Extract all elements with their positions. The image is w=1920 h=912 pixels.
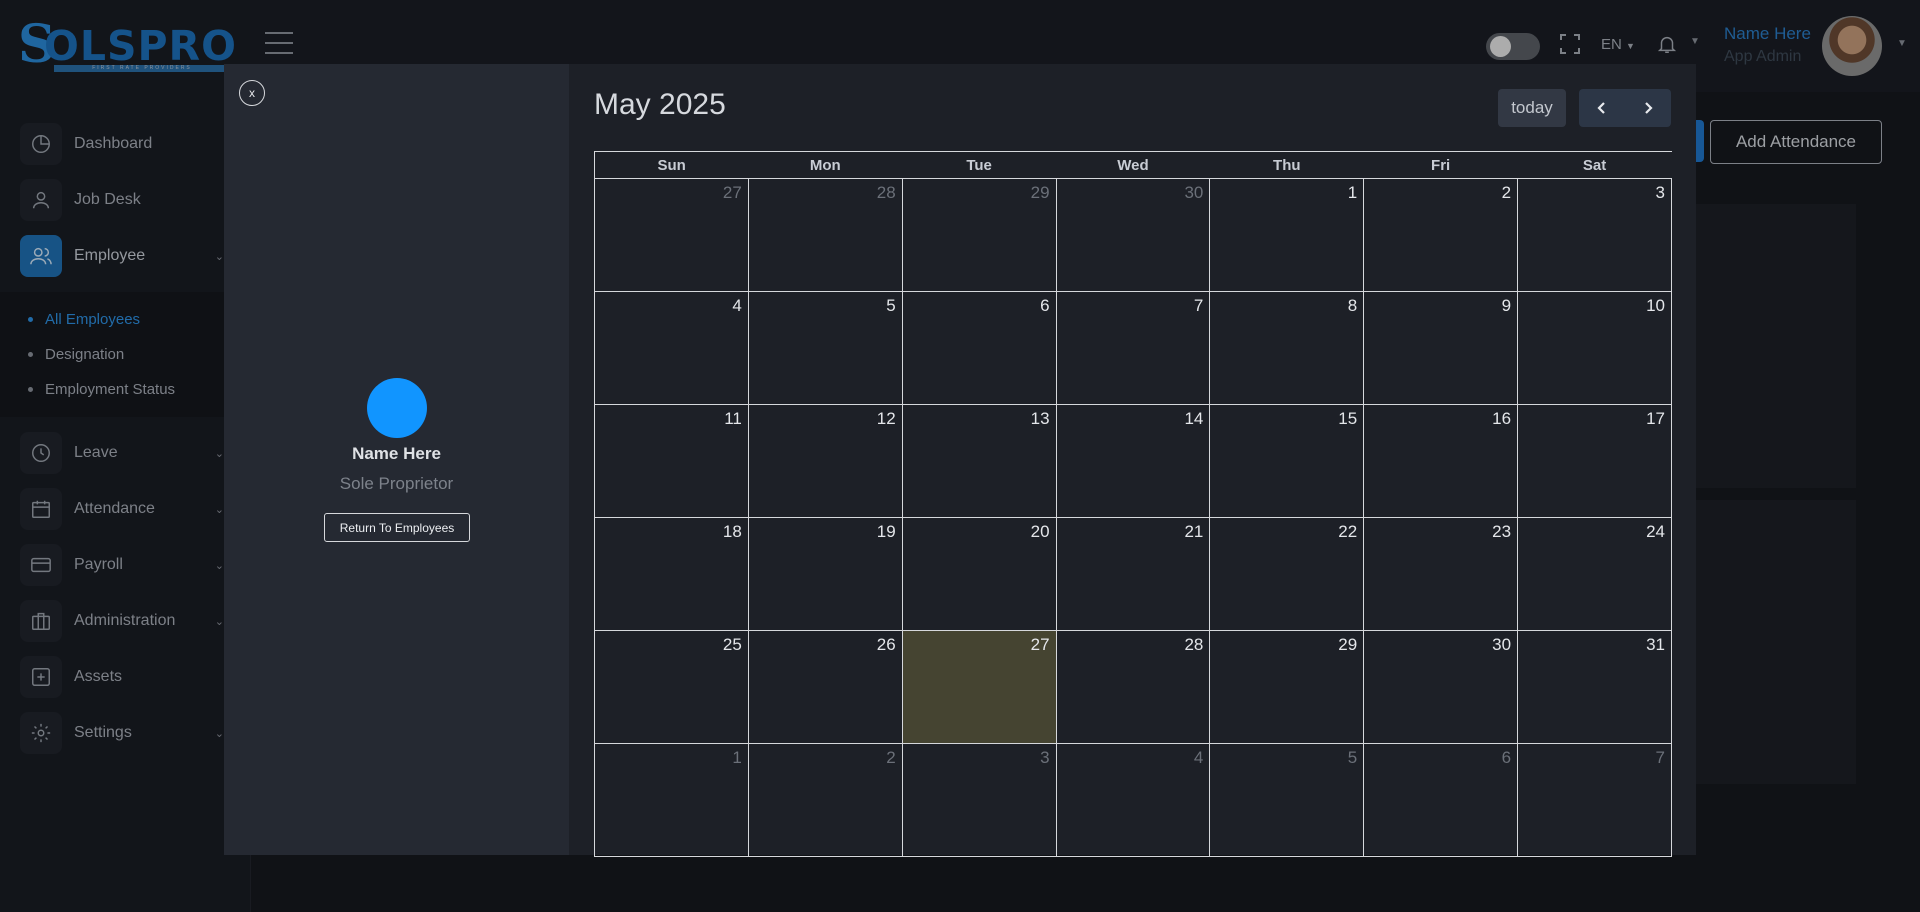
calendar-day[interactable]: 12 (747, 404, 903, 518)
calendar-day[interactable]: 19 (747, 517, 903, 631)
month-calendar: Sun Mon Tue Wed Thu Fri Sat 27 28 29 30 … (594, 151, 1672, 857)
calendar-day[interactable]: 9 (1363, 291, 1519, 405)
calendar-day[interactable]: 5 (1209, 743, 1365, 857)
calendar-day[interactable]: 6 (1363, 743, 1519, 857)
chevron-right-icon (1645, 102, 1653, 114)
profile-avatar (367, 378, 427, 438)
weekday-header: Fri (1363, 151, 1518, 179)
calendar-day[interactable]: 3 (1517, 178, 1672, 292)
calendar-day[interactable]: 16 (1363, 404, 1519, 518)
calendar-day[interactable]: 29 (1209, 630, 1365, 744)
calendar-day[interactable]: 22 (1209, 517, 1365, 631)
calendar-week-row: 4 5 6 7 8 9 10 (594, 291, 1672, 405)
prev-month-button[interactable] (1579, 89, 1625, 127)
calendar-week-row: 18 19 20 21 22 23 24 (594, 517, 1672, 631)
calendar-day[interactable]: 30 (1363, 630, 1519, 744)
calendar-day[interactable]: 29 (901, 178, 1057, 292)
weekday-header: Sun (594, 151, 749, 179)
next-month-button[interactable] (1625, 89, 1671, 127)
calendar-title: May 2025 (594, 88, 726, 121)
calendar-day[interactable]: 11 (594, 404, 749, 518)
weekday-header: Sat (1517, 151, 1672, 179)
calendar-day[interactable]: 23 (1363, 517, 1519, 631)
calendar-day[interactable]: 14 (1055, 404, 1211, 518)
attendance-calendar-modal: x Name Here Sole Proprietor Return To Em… (224, 64, 1696, 857)
calendar-day[interactable]: 24 (1517, 517, 1672, 631)
weekday-header: Tue (902, 151, 1057, 179)
calendar-day[interactable]: 2 (1363, 178, 1519, 292)
calendar-day[interactable]: 13 (901, 404, 1057, 518)
calendar-day[interactable]: 15 (1209, 404, 1365, 518)
calendar-day[interactable]: 4 (1055, 743, 1211, 857)
calendar-day[interactable]: 28 (747, 178, 903, 292)
calendar-day[interactable]: 6 (901, 291, 1057, 405)
chevron-left-icon (1597, 102, 1605, 114)
calendar-day[interactable]: 8 (1209, 291, 1365, 405)
calendar-day[interactable]: 21 (1055, 517, 1211, 631)
calendar-day[interactable]: 31 (1517, 630, 1672, 744)
calendar-week-row: 25 26 27 28 29 30 31 (594, 630, 1672, 744)
calendar-day-today[interactable]: 27 (901, 630, 1057, 744)
calendar-day[interactable]: 25 (594, 630, 749, 744)
calendar-nav-group (1579, 89, 1671, 127)
weekday-header: Wed (1056, 151, 1210, 179)
today-button[interactable]: today (1498, 89, 1566, 127)
calendar-day[interactable]: 10 (1517, 291, 1672, 405)
calendar-week-row: 1 2 3 4 5 6 7 (594, 743, 1672, 857)
calendar-day[interactable]: 1 (594, 743, 749, 857)
calendar-day[interactable]: 7 (1517, 743, 1672, 857)
calendar-day[interactable]: 3 (901, 743, 1057, 857)
close-button[interactable]: x (239, 80, 265, 106)
calendar-day[interactable]: 1 (1209, 178, 1365, 292)
weekday-header: Thu (1209, 151, 1364, 179)
calendar-day[interactable]: 7 (1055, 291, 1211, 405)
calendar-day[interactable]: 30 (1055, 178, 1211, 292)
calendar-day[interactable]: 28 (1055, 630, 1211, 744)
profile-role: Sole Proprietor (339, 474, 454, 493)
weekday-header-row: Sun Mon Tue Wed Thu Fri Sat (594, 151, 1672, 179)
calendar-day[interactable]: 27 (594, 178, 749, 292)
return-to-employees-button[interactable]: Return To Employees (324, 513, 470, 542)
calendar-week-row: 11 12 13 14 15 16 17 (594, 404, 1672, 518)
calendar-day[interactable]: 5 (747, 291, 903, 405)
calendar-day[interactable]: 17 (1517, 404, 1672, 518)
calendar-day[interactable]: 4 (594, 291, 749, 405)
calendar-day[interactable]: 20 (901, 517, 1057, 631)
calendar-day[interactable]: 26 (747, 630, 903, 744)
profile-pane: x Name Here Sole Proprietor Return To Em… (224, 64, 569, 855)
calendar-day[interactable]: 18 (594, 517, 749, 631)
calendar-day[interactable]: 2 (747, 743, 903, 857)
profile-name: Name Here (352, 444, 441, 463)
calendar-week-row: 27 28 29 30 1 2 3 (594, 178, 1672, 292)
weekday-header: Mon (748, 151, 903, 179)
